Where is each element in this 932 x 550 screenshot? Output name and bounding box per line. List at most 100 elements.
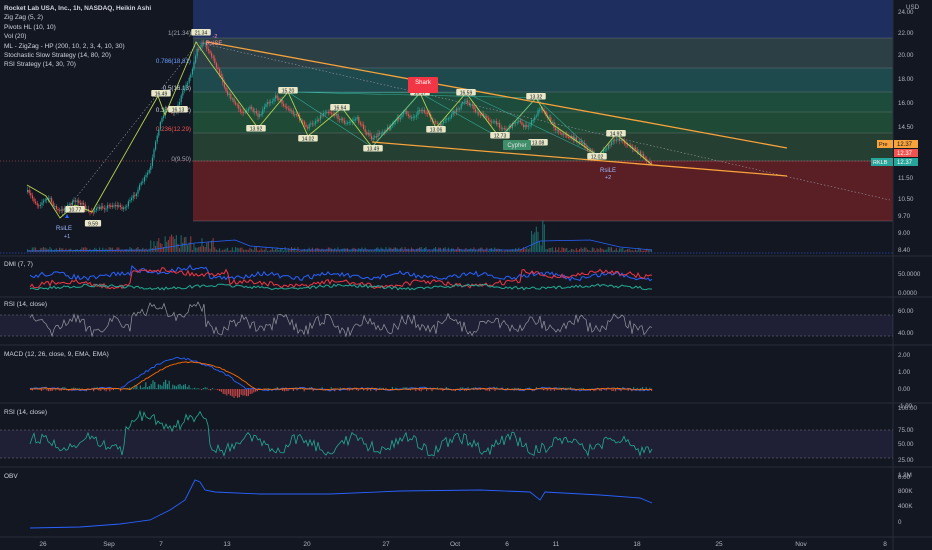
macd-histogram-bar: [217, 389, 219, 391]
legend-ml-zigzag[interactable]: ML - ZigZag - HP (200, 10, 2, 3, 4, 10, …: [4, 42, 151, 51]
volume-bar: [468, 249, 470, 252]
macd-histogram-bar: [192, 388, 194, 390]
volume-bar: [627, 249, 629, 252]
rsi-tick: 40.00: [898, 330, 914, 337]
candle: [319, 115, 321, 120]
candle: [415, 115, 417, 117]
legend-volume[interactable]: Vol (20): [4, 32, 151, 41]
candle: [95, 208, 97, 211]
candle: [567, 136, 569, 138]
time-tick: Nov: [795, 541, 807, 548]
candle: [156, 135, 158, 142]
time-tick: 25: [715, 541, 723, 548]
volume-bar: [139, 249, 141, 252]
legend-pivots[interactable]: Pivots HL (10, 10): [4, 23, 151, 32]
candle: [412, 116, 414, 118]
volume-bar: [171, 234, 173, 252]
fib-zone: [193, 0, 893, 38]
candle: [441, 123, 443, 126]
volume-bar: [271, 247, 273, 252]
volume-bar: [167, 239, 169, 252]
volume-bar: [367, 250, 369, 252]
macd-histogram-bar: [165, 379, 167, 390]
volume-bar: [435, 247, 437, 252]
volume-bar: [566, 247, 568, 252]
candle: [127, 201, 129, 207]
candle: [329, 112, 331, 114]
volume-bar: [625, 249, 627, 252]
volume-bar: [299, 250, 301, 252]
volume-bar: [599, 247, 601, 252]
volume-bar: [51, 248, 53, 252]
rsise-marker-count: -2: [213, 34, 218, 40]
macd-histogram-bar: [240, 389, 242, 395]
candle: [179, 101, 181, 105]
chart-title[interactable]: Rocket Lab USA, Inc., 1h, NASDAQ, Heikin…: [4, 4, 151, 13]
candle: [196, 48, 198, 56]
volume-bar: [404, 247, 406, 252]
candle: [561, 133, 563, 135]
macd-histogram-bar: [166, 383, 168, 390]
rsi2-band: [0, 430, 893, 458]
candle: [492, 121, 494, 123]
candle: [643, 154, 645, 158]
macd-histogram-bar: [550, 389, 552, 391]
volume-bar: [196, 247, 198, 252]
volume-bar: [209, 248, 211, 252]
volume-bar: [619, 248, 621, 252]
candle: [292, 110, 294, 115]
candle: [580, 141, 582, 144]
legend-zigzag[interactable]: Zig Zag (5, 2): [4, 13, 151, 22]
pivot-label: 14.92: [610, 132, 623, 138]
trading-chart-app: 1(21.34)0.786(18.81)0.5(16.13)0.382(14.0…: [0, 0, 932, 550]
volume-bar: [283, 250, 285, 252]
time-tick: 18: [633, 541, 641, 548]
candle: [367, 132, 369, 135]
candle: [435, 120, 437, 123]
volume-bar: [71, 250, 73, 252]
candle: [375, 136, 377, 138]
candle: [307, 126, 309, 129]
macd-histogram-bar: [147, 387, 149, 390]
rsi-pane-title[interactable]: RSI (14, close): [4, 301, 47, 308]
macd-pane-title[interactable]: MACD (12, 26, close, 9, EMA, EMA): [4, 351, 109, 358]
macd-histogram-bar: [172, 384, 174, 390]
legend-stochastic[interactable]: Stochastic Slow Strategy (14, 80, 20): [4, 51, 151, 60]
legend-rsi-strategy[interactable]: RSI Strategy (14, 30, 70): [4, 60, 151, 69]
pivot-label: 15.20: [282, 89, 295, 95]
volume-bar: [267, 250, 269, 252]
rsi2-pane-title[interactable]: RSI (14, close): [4, 409, 47, 416]
candle: [182, 90, 184, 96]
chart-canvas[interactable]: 1(21.34)0.786(18.81)0.5(16.13)0.382(14.0…: [0, 0, 932, 550]
candle: [411, 117, 413, 119]
macd-histogram-bar: [229, 389, 231, 396]
candle: [139, 184, 141, 190]
dmi-pane-title[interactable]: DMI (7, 7): [4, 261, 33, 268]
candle: [539, 109, 541, 111]
volume-bar: [126, 249, 128, 252]
obv-pane-title[interactable]: OBV: [4, 473, 18, 480]
candle: [155, 141, 157, 150]
macd-histogram-bar: [611, 389, 613, 392]
volume-bar: [540, 245, 542, 252]
volume-bar: [579, 248, 581, 252]
macd-histogram-bar: [210, 389, 212, 391]
volume-bar: [207, 241, 209, 252]
candle: [486, 115, 488, 119]
macd-histogram-bar: [40, 389, 42, 391]
candle: [137, 189, 139, 194]
volume-bar: [340, 249, 342, 252]
volume-bar: [201, 238, 203, 252]
volume-bar: [550, 247, 552, 252]
macd-histogram-bar: [139, 385, 141, 390]
candle: [235, 102, 237, 105]
macd-histogram-bar: [237, 389, 239, 398]
candle: [113, 205, 115, 207]
candle: [308, 124, 310, 129]
macd-histogram-bar: [145, 382, 147, 390]
volume-bar: [575, 248, 577, 252]
candle: [123, 207, 125, 210]
candle: [374, 136, 376, 138]
volume-bar: [609, 247, 611, 252]
candle: [228, 93, 230, 96]
